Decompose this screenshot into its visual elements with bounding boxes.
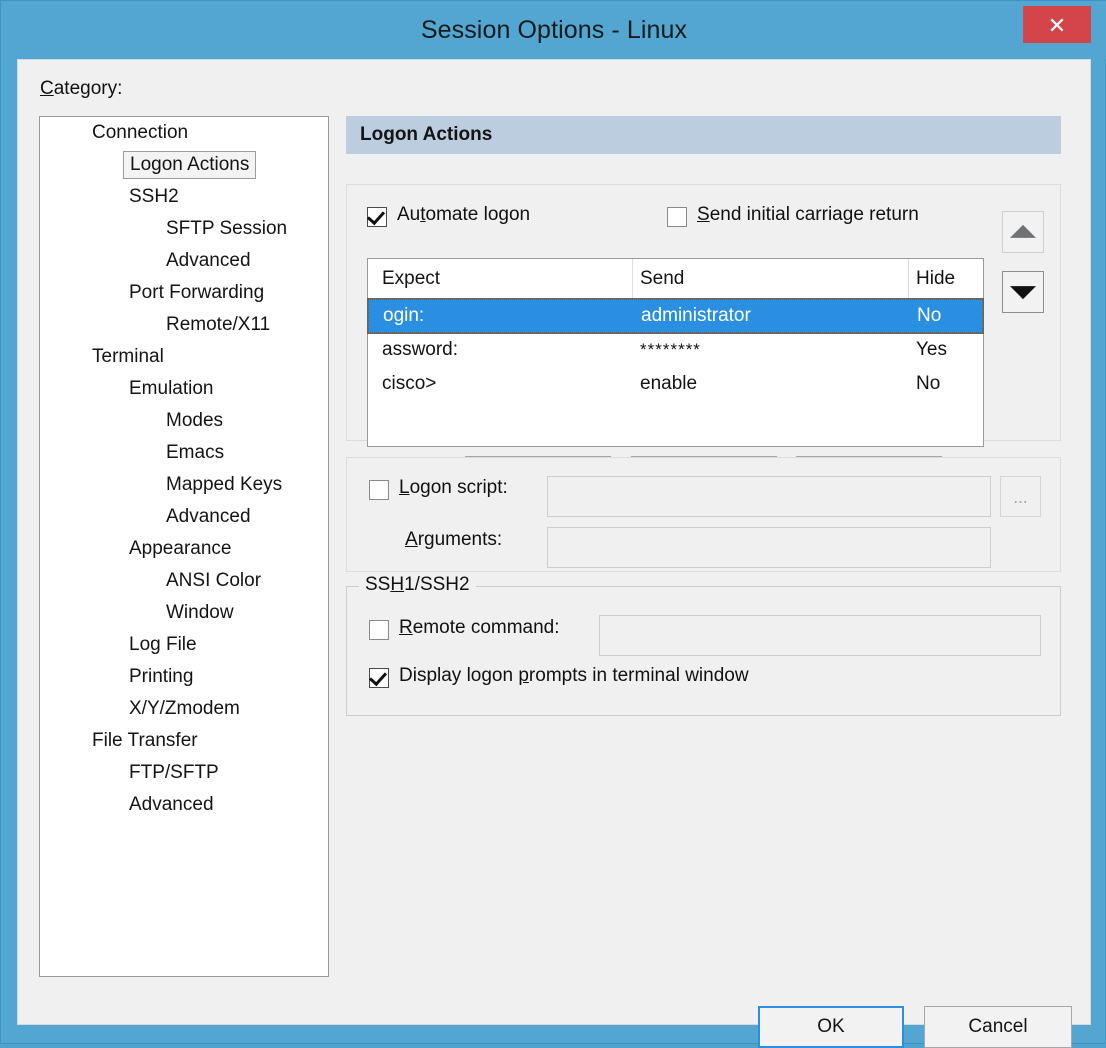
ssh-group-label: SSH1/SSH2 [359,574,476,596]
list-header: Expect Send Hide [368,259,983,299]
display-prompts-checkbox[interactable] [369,668,389,688]
arguments-input[interactable] [547,527,991,568]
column-header-send[interactable]: Send [640,259,684,299]
sidebar-item-label: FTP/SFTP [129,762,219,783]
sidebar-item-label: SSH2 [129,186,179,207]
sidebar-item-ftp-sftp[interactable]: FTP/SFTP [40,757,328,789]
sidebar-item-x-y-zmodem[interactable]: X/Y/Zmodem [40,693,328,725]
sidebar-item-label: Connection [92,122,189,143]
list-body: ogin: administrator No assword: ******** Yes c… [367,298,984,401]
sidebar-item-label: Logon Actions [123,151,257,179]
cancel-button[interactable]: Cancel [924,1006,1072,1048]
sidebar-item-label: Terminal [92,346,164,367]
move-down-button[interactable] [1002,271,1044,313]
sidebar-item-window[interactable]: Window [40,597,328,629]
session-options-dialog: Session Options - Linux ✕ Category: Conn… [0,0,1106,1048]
logon-script-browse-button[interactable]: ... [1000,476,1041,517]
triangle-down-icon [1010,286,1036,300]
category-tree[interactable]: Connection Logon Actions SSH2 SFTP Session A… [39,116,329,977]
logon-script-input[interactable] [547,476,991,517]
logon-actions-panel: Logon Actions Automate logon Send initia… [346,116,1068,977]
column-header-expect[interactable]: Expect [382,259,440,299]
display-prompts-label: Display logon prompts in terminal window [399,665,749,686]
page-title: Logon Actions [346,116,1061,154]
dialog-client-area: Category: Connection Logon Actions SSH2 SFT… [17,59,1091,1048]
sidebar-item-emulation[interactable]: Emulation [40,373,328,405]
cell-hide: No [917,305,942,326]
sidebar-item-label: Advanced [166,506,251,527]
sidebar-item-label: Appearance [129,538,232,559]
sidebar-item-label: Modes [166,410,224,431]
sidebar-item-printing[interactable]: Printing [40,661,328,693]
sidebar-item-label: Printing [129,666,194,687]
arguments-label: Arguments: [405,529,503,550]
ok-button[interactable]: OK [758,1006,904,1048]
automate-logon-label: Automate logon [397,204,531,225]
move-up-button[interactable] [1002,211,1044,253]
logon-script-label: Logon script: [399,477,508,498]
cell-send: enable [640,373,698,394]
category-label: Category: [40,78,123,99]
sidebar-item-label: SFTP Session [166,218,288,239]
sidebar-item-advanced[interactable]: Advanced [40,245,328,277]
sidebar-item-mapped-keys[interactable]: Mapped Keys [40,469,328,501]
sidebar-item-log-file[interactable]: Log File [40,629,328,661]
window-title: Session Options - Linux [420,16,688,44]
remote-command-label: Remote command: [399,617,560,638]
sidebar-item-appearance[interactable]: Appearance [40,533,328,565]
table-row[interactable]: assword: ******** Yes [368,333,983,367]
sidebar-item-connection[interactable]: Connection [40,117,328,149]
cell-send: administrator [641,305,751,326]
sidebar-item-label: File Transfer [92,730,198,751]
column-divider [632,259,633,299]
cell-expect: assword: [382,339,459,360]
sidebar-item-label: ANSI Color [166,570,262,591]
ssh-group: SSH1/SSH2 Remote command: Display logon … [346,574,1061,716]
logon-script-group: Logon script: ... Arguments: [346,457,1061,572]
sidebar-item-label: Advanced [129,794,214,815]
sidebar-item-sftp-session[interactable]: SFTP Session [40,213,328,245]
sidebar-item-label: Port Forwarding [129,282,265,303]
sidebar-item-advanced[interactable]: Advanced [40,501,328,533]
table-row[interactable]: ogin: administrator No [367,298,984,334]
sidebar-item-remote-x11[interactable]: Remote/X11 [40,309,328,341]
logon-script-checkbox[interactable] [369,480,389,500]
table-row[interactable]: cisco> enable No [368,367,983,401]
sidebar-item-label: Emulation [129,378,214,399]
sidebar-item-label: X/Y/Zmodem [129,698,240,719]
sidebar-item-modes[interactable]: Modes [40,405,328,437]
sidebar-item-label: Advanced [166,250,251,271]
sidebar-item-port-forwarding[interactable]: Port Forwarding [40,277,328,309]
close-icon[interactable]: ✕ [1023,6,1091,43]
cell-expect: ogin: [383,305,425,326]
remote-command-input[interactable] [599,615,1041,656]
sidebar-item-logon-actions[interactable]: Logon Actions [40,149,328,181]
sidebar-item-label: Log File [129,634,197,655]
cell-expect: cisco> [382,373,437,394]
sidebar-item-file-transfer[interactable]: File Transfer [40,725,328,757]
cell-send: ******** [640,340,701,359]
automate-logon-checkbox[interactable] [367,207,387,227]
triangle-up-icon [1010,224,1036,238]
cell-hide: No [916,373,941,394]
sidebar-item-emacs[interactable]: Emacs [40,437,328,469]
sidebar-item-terminal[interactable]: Terminal [40,341,328,373]
column-divider [908,259,909,299]
send-initial-carriage-return-label: Send initial carriage return [697,204,919,225]
title-bar: Session Options - Linux ✕ [1,1,1106,59]
sidebar-item-label: Remote/X11 [166,314,271,335]
sidebar-item-label: Mapped Keys [166,474,283,495]
send-initial-carriage-return-checkbox[interactable] [667,207,687,227]
column-header-hide[interactable]: Hide [916,259,955,299]
sidebar-item-ansi-color[interactable]: ANSI Color [40,565,328,597]
sidebar-item-label: Window [166,602,234,623]
sidebar-item-advanced[interactable]: Advanced [40,789,328,821]
automate-logon-group: Automate logon Send initial carriage ret… [346,184,1061,497]
remote-command-checkbox[interactable] [369,620,389,640]
sidebar-item-label: Emacs [166,442,225,463]
logon-actions-list[interactable]: Expect Send Hide ogin: administrator No ass… [367,258,984,447]
cell-hide: Yes [916,339,947,360]
sidebar-item-ssh2[interactable]: SSH2 [40,181,328,213]
